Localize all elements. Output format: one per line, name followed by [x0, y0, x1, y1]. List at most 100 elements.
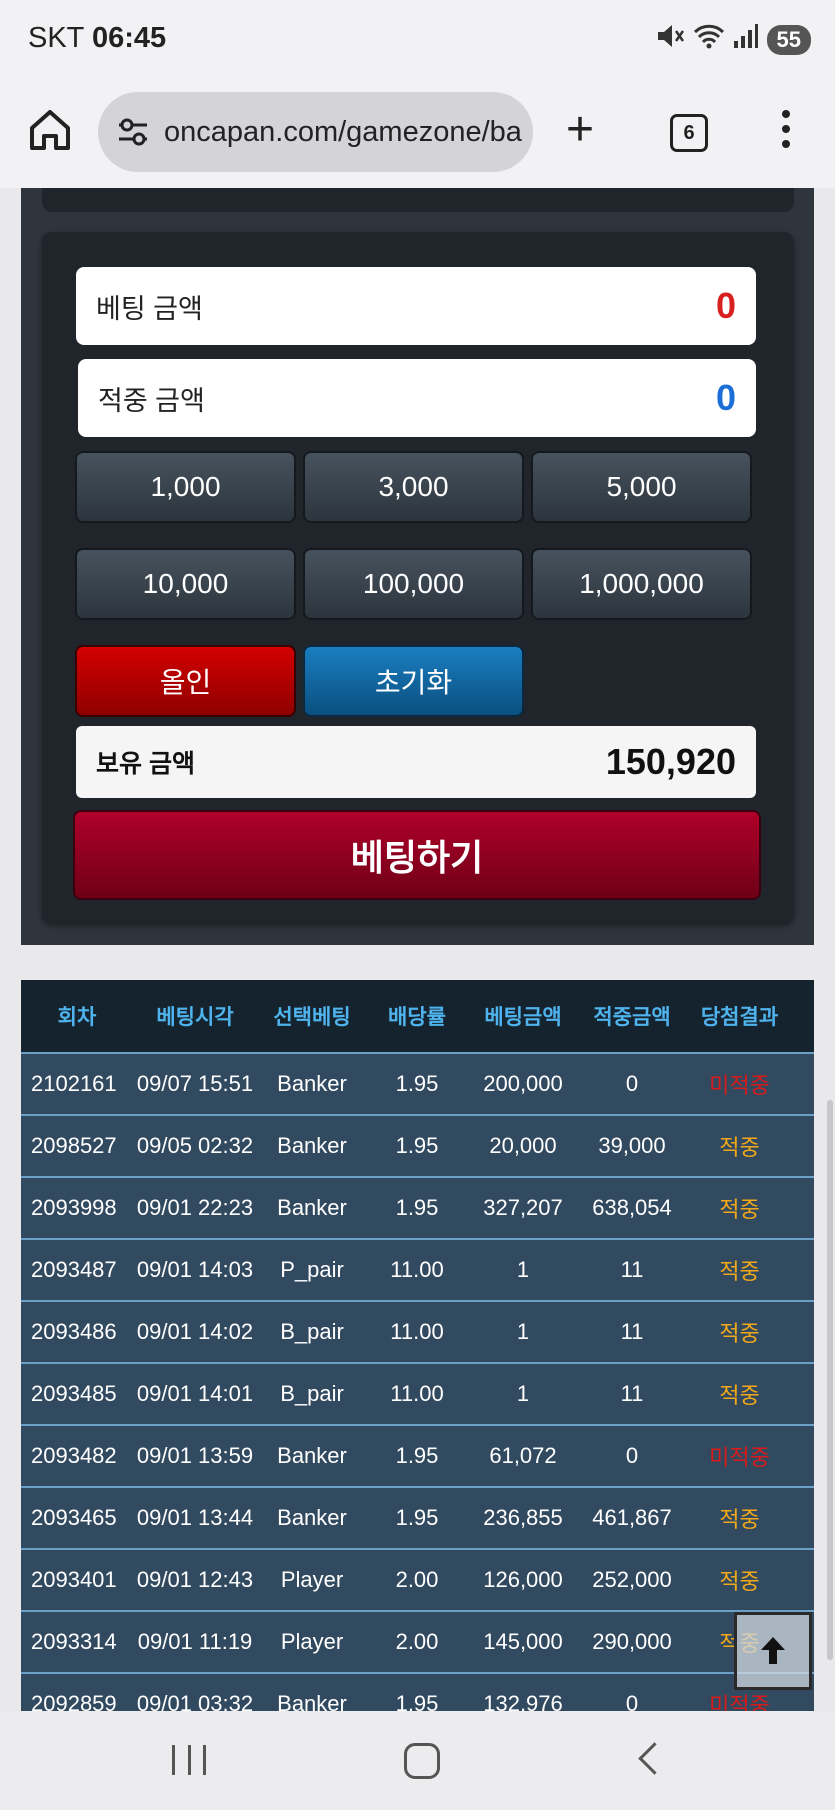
- cell-pick: Banker: [277, 1133, 347, 1158]
- cell-pick: B_pair: [280, 1319, 344, 1344]
- cell-bet: 145,000: [483, 1629, 563, 1654]
- cell-result: 적중: [719, 1321, 760, 1346]
- win-amount-field: 적중 금액 0: [78, 359, 756, 437]
- home-icon[interactable]: [26, 106, 74, 154]
- cell-round: 2102161: [31, 1071, 117, 1096]
- cell-time: 09/01 14:02: [136, 1319, 254, 1344]
- all-in-button[interactable]: 올인: [75, 645, 296, 717]
- cell-odds: 11.00: [390, 1257, 444, 1282]
- chip-5000-button[interactable]: 5,000: [531, 451, 752, 523]
- cell-bet: 1: [516, 1381, 530, 1406]
- chip-3000-button[interactable]: 3,000: [303, 451, 524, 523]
- cell-pick: Banker: [277, 1443, 347, 1468]
- table-row: 2093401 09/01 12:43 Player 2.00 126,000 252,0…: [21, 1548, 814, 1610]
- cell-pick: Banker: [277, 1505, 347, 1530]
- signal-icon: [733, 23, 759, 56]
- status-bar: SKT 06:45 55: [0, 0, 835, 80]
- bet-amount-field: 베팅 금액 0: [76, 267, 756, 345]
- cell-time: 09/01 22:23: [136, 1195, 254, 1220]
- cell-odds: 1.95: [395, 1443, 439, 1468]
- table-header: 회차 베팅시각 선택베팅 배당률 베팅금액 적중금액 당첨결과: [21, 980, 814, 1052]
- address-bar[interactable]: oncapan.com/gamezone/ba: [98, 92, 533, 172]
- table-body: 2102161 09/07 15:51 Banker 1.95 200,000 0 미적중 2…: [21, 1052, 814, 1711]
- table-row: 2098527 09/05 02:32 Banker 1.95 20,000 39,000…: [21, 1114, 814, 1176]
- cell-round: 2093482: [31, 1443, 117, 1468]
- plus-icon[interactable]: +: [566, 106, 594, 154]
- system-nav-bar: [0, 1711, 835, 1810]
- chip-10000-button[interactable]: 10,000: [75, 548, 296, 620]
- cell-result: 적중: [719, 1135, 760, 1160]
- cell-win: 0: [625, 1071, 639, 1096]
- bet-history-table: 회차 베팅시각 선택베팅 배당률 베팅금액 적중금액 당첨결과 2102161 0…: [21, 980, 814, 1711]
- cell-win: 11: [620, 1319, 644, 1344]
- tune-icon[interactable]: [116, 115, 150, 149]
- scrollbar[interactable]: [827, 1100, 833, 1660]
- cell-odds: 2.00: [395, 1629, 439, 1654]
- bet-amount-value: 0: [715, 285, 736, 326]
- cell-odds: 11.00: [390, 1381, 444, 1406]
- header-time: 베팅시각: [156, 1006, 234, 1029]
- cell-bet: 327,207: [483, 1195, 563, 1220]
- cell-round: 2093487: [31, 1257, 117, 1282]
- cell-win: 39,000: [598, 1133, 666, 1158]
- recent-apps-icon[interactable]: [172, 1745, 206, 1775]
- header-odds: 배당률: [388, 1006, 446, 1029]
- reset-button[interactable]: 초기화: [303, 645, 524, 717]
- cell-pick: Banker: [277, 1071, 347, 1096]
- cell-time: 09/01 12:43: [136, 1567, 254, 1592]
- browser-toolbar: oncapan.com/gamezone/ba + 6: [0, 80, 835, 189]
- win-amount-value: 0: [715, 377, 736, 418]
- header-result: 당첨결과: [700, 1006, 779, 1029]
- back-icon[interactable]: [638, 1742, 671, 1775]
- nav-home-icon[interactable]: [404, 1743, 440, 1779]
- cell-time: 09/01 14:03: [136, 1257, 254, 1282]
- cell-round: 2098527: [31, 1133, 117, 1158]
- table-row: 2092859 09/01 03:32 Banker 1.95 132,976 0 미적중: [21, 1672, 814, 1711]
- clock: 06:45: [91, 22, 167, 54]
- more-vert-icon[interactable]: [776, 110, 796, 154]
- bet-amount-label: 베팅 금액: [96, 293, 203, 324]
- cell-odds: 1.95: [395, 1133, 439, 1158]
- cell-time: 09/01 13:59: [136, 1443, 254, 1468]
- cell-pick: Player: [280, 1567, 344, 1592]
- cell-odds: 1.95: [395, 1071, 439, 1096]
- tab-switcher-button[interactable]: 6: [670, 114, 708, 152]
- bet-panel: 베팅 금액 0 적중 금액 0 1,000 3,000 5,000 10,000…: [42, 232, 794, 924]
- cell-win: 0: [625, 1691, 639, 1711]
- chip-1000-button[interactable]: 1,000: [75, 451, 296, 523]
- url-text[interactable]: oncapan.com/gamezone/ba: [164, 116, 522, 149]
- wifi-icon: [693, 22, 725, 57]
- cell-win: 252,000: [592, 1567, 672, 1592]
- place-bet-button[interactable]: 베팅하기: [73, 810, 761, 900]
- cell-pick: B_pair: [280, 1381, 344, 1406]
- cell-result: 적중: [719, 1197, 760, 1222]
- arrow-up-icon[interactable]: [734, 1612, 812, 1690]
- cell-result: 적중: [719, 1259, 760, 1284]
- balance-value: 150,920: [605, 741, 736, 782]
- cell-odds: 2.00: [395, 1567, 439, 1592]
- cell-odds: 1.95: [395, 1505, 439, 1530]
- chip-100000-button[interactable]: 100,000: [303, 548, 524, 620]
- cell-bet: 61,072: [489, 1443, 557, 1468]
- cell-win: 461,867: [592, 1505, 672, 1530]
- header-pick: 선택베팅: [273, 1006, 351, 1029]
- cell-result: 미적중: [709, 1445, 770, 1470]
- cell-odds: 1.95: [395, 1195, 439, 1220]
- cell-pick: Player: [280, 1629, 344, 1654]
- balance-field: 보유 금액 150,920: [76, 726, 756, 798]
- carrier: SKT: [28, 22, 84, 54]
- cell-result: 미적중: [709, 1073, 770, 1098]
- cell-round: 2093401: [31, 1567, 117, 1592]
- cell-win: 0: [625, 1443, 639, 1468]
- chip-1000000-button[interactable]: 1,000,000: [531, 548, 752, 620]
- cell-result: 적중: [719, 1569, 760, 1594]
- cell-round: 2093314: [31, 1629, 117, 1654]
- cell-win: 638,054: [592, 1195, 672, 1220]
- cell-time: 09/01 13:44: [136, 1505, 254, 1530]
- cell-round: 2093486: [31, 1319, 117, 1344]
- cell-pick: Banker: [277, 1195, 347, 1220]
- table-row: 2102161 09/07 15:51 Banker 1.95 200,000 0 미적중: [21, 1052, 814, 1114]
- cell-win: 11: [620, 1257, 644, 1282]
- cell-result: 미적중: [709, 1693, 770, 1711]
- header-bet: 베팅금액: [484, 1006, 562, 1029]
